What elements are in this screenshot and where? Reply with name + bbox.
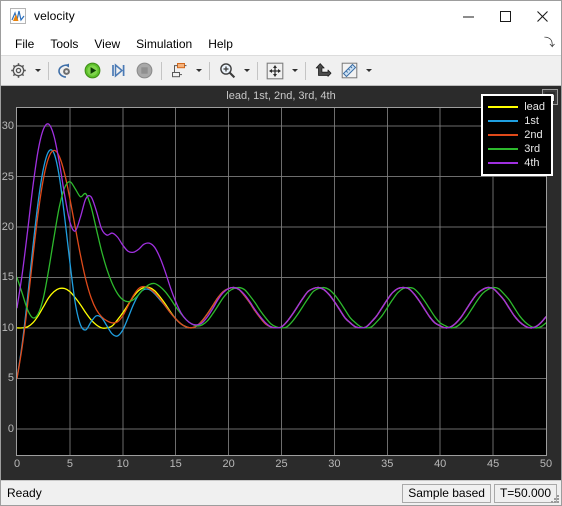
run-button[interactable] [79, 58, 105, 83]
y-tick-label: 10 [1, 321, 14, 334]
step-forward-icon [111, 63, 124, 78]
stop-icon [136, 62, 152, 79]
legend-label-3rd: 3rd [524, 143, 541, 155]
run-back-to-start-button[interactable] [53, 58, 79, 83]
measurements-dropdown[interactable] [362, 58, 375, 83]
legend-label-1st: 1st [524, 115, 539, 127]
zoom-button[interactable] [214, 58, 240, 83]
x-tick-label: 10 [116, 458, 129, 470]
toolbar-separator [209, 61, 210, 80]
plot-legend[interactable]: lead 1st 2nd 3rd 4th [481, 94, 553, 176]
y-tick-label: 5 [7, 372, 14, 385]
simulink-model-button[interactable] [166, 58, 192, 83]
menu-tools[interactable]: Tools [42, 34, 86, 54]
step-forward-button[interactable] [105, 58, 131, 83]
configuration-properties-dropdown[interactable] [31, 58, 44, 83]
y-tick-label: 25 [1, 170, 14, 183]
legend-swatch-2nd [488, 134, 519, 136]
simulink-model-dropdown[interactable] [192, 58, 205, 83]
y-tick-label: 20 [1, 221, 14, 234]
plot-canvas [17, 108, 546, 455]
legend-item-2nd[interactable]: 2nd [488, 128, 545, 142]
legend-item-3rd[interactable]: 3rd [488, 142, 545, 156]
legend-swatch-1st [488, 120, 519, 122]
autoscale-button[interactable] [262, 58, 288, 83]
gear-icon [10, 63, 26, 78]
toolbar-separator [305, 61, 306, 80]
y-axis-tick-labels: 0 5 10 15 20 25 30 [1, 107, 14, 456]
fit-to-view-icon [266, 62, 284, 79]
toolbar [1, 55, 561, 86]
block-diagram-icon [171, 63, 186, 78]
cursor-measurements-button[interactable] [310, 58, 336, 83]
y-tick-label: 0 [7, 422, 14, 435]
stop-button[interactable] [131, 58, 157, 83]
status-ready-text: Ready [7, 486, 42, 500]
window-controls [450, 1, 561, 31]
menu-help[interactable]: Help [200, 34, 241, 54]
configuration-properties-button[interactable] [5, 58, 31, 83]
toolbar-separator [48, 61, 49, 80]
toolbar-separator [257, 61, 258, 80]
maximize-button[interactable] [487, 1, 524, 31]
ruler-icon [341, 62, 357, 79]
plot-title: lead, 1st, 2nd, 3rd, 4th [226, 90, 336, 102]
status-sample-mode: Sample based [402, 483, 491, 503]
x-tick-label: 50 [539, 458, 553, 470]
legend-item-1st[interactable]: 1st [488, 114, 545, 128]
x-axis-tick-labels: 0 5 10 15 20 25 30 35 40 45 50 [13, 458, 552, 474]
play-icon [84, 62, 100, 79]
status-right-group: Sample based T=50.000 [402, 483, 557, 503]
resize-grip-icon[interactable] [548, 492, 560, 504]
legend-label-4th: 4th [524, 157, 540, 169]
zoom-in-icon [219, 63, 235, 79]
autoscale-dropdown[interactable] [288, 58, 301, 83]
legend-swatch-4th [488, 162, 519, 164]
menu-simulation[interactable]: Simulation [128, 34, 200, 54]
y-tick-label: 15 [1, 271, 14, 284]
status-bar: Ready Sample based T=50.000 [1, 480, 561, 505]
x-tick-label: 25 [275, 458, 288, 470]
simulink-scope-icon [10, 8, 26, 24]
x-tick-label: 5 [66, 458, 73, 470]
minimize-button[interactable] [450, 1, 487, 31]
x-tick-label: 15 [169, 458, 182, 470]
legend-swatch-3rd [488, 148, 519, 150]
legend-item-lead[interactable]: lead [488, 100, 545, 114]
zoom-dropdown[interactable] [240, 58, 253, 83]
rewind-icon [58, 63, 70, 78]
menu-file[interactable]: File [7, 34, 42, 54]
legend-swatch-lead [488, 106, 519, 108]
title-bar: velocity [1, 1, 561, 32]
menu-view[interactable]: View [86, 34, 128, 54]
cursor-measurements-icon [315, 63, 331, 77]
x-tick-label: 40 [434, 458, 447, 470]
y-tick-label: 30 [1, 120, 14, 133]
legend-label-lead: lead [524, 101, 545, 113]
legend-item-4th[interactable]: 4th [488, 156, 545, 170]
measurements-button[interactable] [336, 58, 362, 83]
x-tick-label: 45 [486, 458, 500, 470]
x-tick-label: 20 [222, 458, 235, 470]
toolbar-separator [161, 61, 162, 80]
x-tick-label: 30 [328, 458, 341, 470]
legend-label-2nd: 2nd [524, 129, 543, 141]
menu-bar: File Tools View Simulation Help ⤵ [1, 32, 561, 55]
x-tick-label: 35 [381, 458, 394, 470]
plot-axes[interactable] [16, 107, 547, 456]
window-title: velocity [34, 9, 75, 23]
menu-overflow-icon[interactable]: ⤵ [544, 37, 555, 49]
scope-window: velocity File Tools View Simulation Help… [0, 0, 562, 506]
close-button[interactable] [524, 1, 561, 31]
x-tick-label: 0 [13, 458, 21, 470]
scope-plot-area: lead, 1st, 2nd, 3rd, 4th 0 5 10 15 20 25 30 0 5… [1, 86, 561, 480]
